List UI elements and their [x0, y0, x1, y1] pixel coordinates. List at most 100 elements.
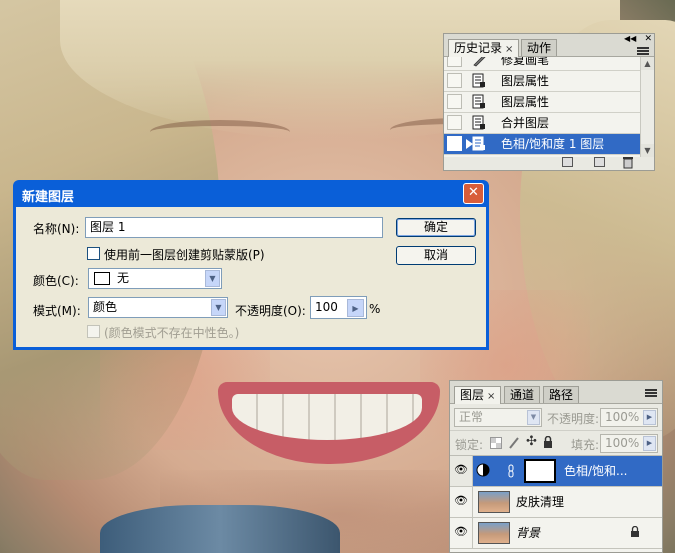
snapshot-source-box[interactable]: [447, 115, 462, 130]
eye-icon[interactable]: 👁: [454, 495, 468, 507]
history-row-selected[interactable]: 色相/饱和度 1 图层: [444, 134, 640, 155]
history-list: 修复画笔 图层属性 图层属性 合并图层 色相/饱和度 1 图层: [444, 57, 640, 157]
snapshot-source-box[interactable]: [447, 57, 462, 67]
history-footer: [444, 156, 654, 170]
history-state-icon: [472, 94, 485, 109]
eye-icon[interactable]: 👁: [454, 526, 468, 538]
lock-all-icon[interactable]: [543, 436, 553, 449]
opacity-field[interactable]: 100 ▶: [310, 296, 367, 319]
neutral-color-checkbox: [87, 325, 100, 338]
layer-name: 皮肤清理: [516, 495, 565, 509]
visibility-toggle[interactable]: 👁: [450, 518, 473, 548]
chain-link-icon[interactable]: [508, 464, 514, 478]
name-field-value: 图层 1: [90, 220, 126, 234]
history-row-label: 色相/饱和度 1 图层: [501, 137, 605, 151]
blend-mode-value: 正常: [459, 410, 484, 424]
tab-label: 路径: [549, 388, 574, 402]
dialog-close-button[interactable]: ✕: [463, 183, 484, 204]
layer-opacity-label: 不透明度:: [547, 412, 600, 426]
lock-image-icon[interactable]: [508, 436, 520, 449]
snapshot-source-box[interactable]: [447, 94, 462, 109]
scroll-up-icon[interactable]: ▲: [641, 57, 654, 70]
snapshot-source-box[interactable]: [447, 73, 462, 88]
layers-tab-bar: 图层 × 通道 路径: [450, 381, 662, 404]
tab-close-icon[interactable]: ×: [505, 44, 513, 55]
ok-button[interactable]: 确定: [396, 218, 476, 237]
color-select-value: 无: [117, 271, 130, 285]
panel-menu-icon[interactable]: [637, 47, 649, 57]
new-document-from-state-icon[interactable]: [562, 157, 573, 167]
history-row[interactable]: 图层属性: [444, 71, 640, 92]
tab-label: 动作: [527, 41, 552, 55]
dialog-body: 名称(N): 图层 1 使用前一图层创建剪贴蒙版(P) 颜色(C): 无 ▼ 模…: [16, 207, 486, 347]
fill-label: 填充:: [571, 438, 600, 452]
chevron-down-icon[interactable]: ▼: [211, 299, 226, 316]
layer-opacity-field[interactable]: 100% ▶: [600, 408, 658, 427]
layer-row-skin-cleanup[interactable]: 👁 皮肤清理: [450, 487, 662, 518]
name-field[interactable]: 图层 1: [85, 217, 383, 238]
snapshot-source-box[interactable]: [447, 136, 462, 151]
name-label: 名称(N):: [33, 222, 80, 236]
panel-menu-icon[interactable]: [645, 389, 657, 399]
history-row-label: 图层属性: [501, 95, 550, 109]
history-scrollbar[interactable]: ▲ ▼: [640, 57, 654, 157]
color-label: 颜色(C):: [33, 274, 79, 288]
lock-fill-row: 锁定: ✣ 填充: 100% ▶: [450, 431, 662, 456]
history-tab-bar: ◀◀ ✕ 历史记录 × 动作: [444, 34, 654, 57]
layer-opacity-value: 100%: [605, 410, 640, 424]
history-state-icon: [472, 73, 485, 88]
tab-label: 图层: [460, 388, 485, 402]
slider-popup-arrow-icon[interactable]: ▶: [347, 299, 364, 317]
lock-icon: [631, 526, 639, 537]
history-row[interactable]: 修复画笔: [444, 57, 640, 71]
blend-mode-select[interactable]: 正常 ▼: [454, 408, 542, 427]
tab-close-icon[interactable]: ×: [487, 391, 495, 402]
fill-value: 100%: [605, 436, 640, 450]
layer-mask-thumbnail[interactable]: [524, 459, 556, 483]
opacity-field-value: 100: [315, 300, 338, 314]
slider-popup-arrow-icon[interactable]: ▶: [643, 410, 656, 425]
lock-transparent-icon[interactable]: [490, 437, 502, 449]
eye-icon[interactable]: 👁: [454, 464, 468, 476]
panel-close-icon[interactable]: ✕: [644, 34, 652, 44]
layers-panel: 图层 × 通道 路径 正常 ▼ 不透明度: 100% ▶ 锁定: ✣ 填充: 10…: [449, 380, 663, 553]
fill-field[interactable]: 100% ▶: [600, 434, 658, 453]
opacity-unit: %: [369, 302, 381, 316]
lock-position-icon[interactable]: ✣: [526, 434, 537, 449]
new-snapshot-icon[interactable]: [594, 157, 605, 167]
layer-list: 👁 色相/饱和... 👁 皮肤清理 👁 背景: [450, 456, 662, 552]
color-select[interactable]: 无 ▼: [88, 268, 222, 289]
tab-paths[interactable]: 路径: [543, 386, 580, 403]
history-row[interactable]: 图层属性: [444, 92, 640, 113]
history-state-icon: [472, 115, 485, 130]
visibility-toggle[interactable]: 👁: [450, 487, 473, 517]
healing-brush-icon: [473, 57, 486, 67]
visibility-toggle[interactable]: 👁: [450, 456, 473, 486]
slider-popup-arrow-icon[interactable]: ▶: [643, 436, 656, 451]
eyebrow-left: [150, 120, 290, 144]
history-panel: ◀◀ ✕ 历史记录 × 动作 修复画笔 图层属性 图层属性 合并图层 色相/饱和…: [443, 33, 655, 171]
clip-mask-checkbox[interactable]: [87, 247, 100, 260]
panel-collapse-icon[interactable]: ◀◀: [624, 35, 636, 43]
mode-select[interactable]: 颜色 ▼: [88, 297, 228, 318]
layer-name: 背景: [516, 526, 541, 540]
tab-channels[interactable]: 通道: [504, 386, 541, 403]
chevron-down-icon[interactable]: ▼: [205, 270, 220, 287]
tab-actions[interactable]: 动作: [521, 39, 558, 56]
layer-row-hue-saturation[interactable]: 👁 色相/饱和...: [450, 456, 662, 487]
history-row[interactable]: 合并图层: [444, 113, 640, 134]
adjustment-layer-icon: [476, 463, 490, 477]
dialog-titlebar[interactable]: 新建图层 ✕: [16, 180, 486, 207]
tab-history[interactable]: 历史记录 ×: [448, 39, 520, 57]
chevron-down-icon[interactable]: ▼: [527, 410, 540, 425]
layer-row-background[interactable]: 👁 背景: [450, 518, 662, 549]
cancel-button[interactable]: 取消: [396, 246, 476, 265]
neutral-color-label: (颜色模式不存在中性色。): [104, 326, 240, 340]
history-row-label: 合并图层: [501, 116, 550, 130]
layer-thumbnail: [478, 491, 510, 513]
tab-layers[interactable]: 图层 ×: [454, 386, 502, 404]
opacity-label: 不透明度(O):: [235, 304, 306, 318]
delete-icon[interactable]: [622, 156, 634, 169]
new-layer-dialog: 新建图层 ✕ 名称(N): 图层 1 使用前一图层创建剪贴蒙版(P) 颜色(C)…: [13, 180, 489, 350]
tab-label: 通道: [510, 388, 535, 402]
